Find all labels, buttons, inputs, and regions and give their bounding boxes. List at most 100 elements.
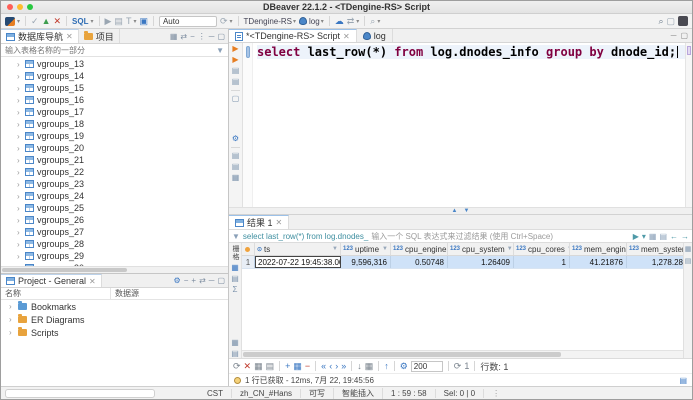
column-header-mem_system[interactable]: 123mem_system▼ xyxy=(627,243,683,255)
notifications-icon[interactable]: ▤ xyxy=(679,376,687,385)
panel-toggle-icon[interactable]: ▦ xyxy=(685,245,692,253)
tree-item[interactable]: ›vgroups_15 xyxy=(1,82,228,94)
zoom-window-button[interactable] xyxy=(27,4,33,10)
minimize-window-button[interactable] xyxy=(17,4,23,10)
delete-row-icon[interactable]: − xyxy=(305,361,310,371)
grid-empty-area[interactable] xyxy=(242,269,683,350)
connection-selector[interactable]: TDengine-RS▾ xyxy=(244,17,296,26)
expand-chevron-icon[interactable]: › xyxy=(17,228,22,237)
tree-item[interactable]: ›vgroups_14 xyxy=(1,70,228,82)
expand-chevron-icon[interactable]: › xyxy=(17,252,22,261)
results-filter-bar[interactable]: ▼ select last_row(*) from log.dnodes_ 输入… xyxy=(229,230,692,243)
first-row-icon[interactable]: « xyxy=(321,361,326,371)
history-back-icon[interactable]: ← xyxy=(670,232,678,241)
cloud-icon[interactable]: ☁ xyxy=(335,15,344,27)
expand-chevron-icon[interactable]: › xyxy=(17,144,22,153)
compare-dropdown-icon[interactable]: ▾ xyxy=(356,18,359,25)
filter-dropdown-icon[interactable]: ▾ xyxy=(642,232,646,241)
cancel-execution-icon[interactable]: ⟳ xyxy=(233,361,241,372)
minimize-editor-icon[interactable]: ─ xyxy=(671,31,677,40)
commit-icon[interactable]: ✓ xyxy=(31,15,39,27)
status-menu-icon[interactable]: ⋮ xyxy=(484,389,508,398)
tree-item[interactable]: ›vgroups_21 xyxy=(1,154,228,166)
fetch-page-icon[interactable]: ↓ xyxy=(357,361,362,371)
close-icon[interactable]: ✕ xyxy=(66,32,73,41)
status-caret-position[interactable]: 1 : 59 : 58 xyxy=(383,389,436,398)
maximize-editor-icon[interactable]: ▢ xyxy=(680,31,688,40)
duplicate-row-icon[interactable]: ▦ xyxy=(293,361,302,372)
minimize-view-icon[interactable]: ─ xyxy=(209,276,215,285)
collapse-all-icon[interactable]: ▦ xyxy=(170,32,178,41)
column-name[interactable]: 名称 xyxy=(1,288,111,299)
link-editor-icon[interactable]: ⇄ xyxy=(180,32,187,41)
tab-sql-script[interactable]: *<TDengine-RS> Script ✕ xyxy=(229,29,357,42)
filter-placeholder[interactable]: 输入一个 SQL 表达式来过滤结果 (使用 Ctrl+Space) xyxy=(371,231,629,242)
script-dim-icon[interactable]: ▤ xyxy=(114,15,123,27)
column-header-uptime[interactable]: 123uptime▼ xyxy=(341,243,391,255)
expand-chevron-icon[interactable]: › xyxy=(17,120,22,129)
column-header-cpu_system[interactable]: 123cpu_system▼ xyxy=(448,243,514,255)
expand-chevron-icon[interactable]: › xyxy=(9,328,14,337)
save-file-icon[interactable]: ▤ xyxy=(232,152,240,160)
script-manager-icon[interactable]: ▦ xyxy=(232,174,240,182)
expand-chevron-icon[interactable]: › xyxy=(17,216,22,225)
close-window-button[interactable] xyxy=(7,4,13,10)
column-header-cpu_engine[interactable]: 123cpu_engine▼ xyxy=(391,243,448,255)
tree-item[interactable]: ›vgroups_16 xyxy=(1,94,228,106)
history-forward-icon[interactable]: → xyxy=(681,232,689,241)
maximize-view-icon[interactable]: ▢ xyxy=(217,32,225,41)
column-filter-icon[interactable]: ▼ xyxy=(507,246,513,252)
tab-result-1[interactable]: 结果 1 ✕ xyxy=(229,215,289,229)
expand-icon[interactable]: + xyxy=(191,276,196,285)
tree-item[interactable]: ›vgroups_29 xyxy=(1,250,228,262)
tree-item[interactable]: ›vgroups_17 xyxy=(1,106,228,118)
cell-cpu_system[interactable]: 1.26409 xyxy=(448,256,514,268)
tab-database-navigator[interactable]: 数据库导航 ✕ xyxy=(1,29,79,43)
expand-chevron-icon[interactable]: › xyxy=(17,132,22,141)
export-resultset-icon[interactable]: ↑ xyxy=(384,361,389,371)
column-header-cpu_cores[interactable]: 123cpu_cores▼ xyxy=(514,243,570,255)
expand-chevron-icon[interactable]: › xyxy=(17,84,22,93)
fetch-all-icon[interactable]: ▦ xyxy=(365,361,374,372)
save-filter-icon[interactable]: ▦ xyxy=(649,232,657,241)
tree-item[interactable]: ›vgroups_24 xyxy=(1,190,228,202)
expand-chevron-icon[interactable]: › xyxy=(17,72,22,81)
splitter-down-icon[interactable]: ▼ xyxy=(464,208,470,214)
column-header-mem_engine[interactable]: 123mem_engine▼ xyxy=(570,243,627,255)
expand-chevron-icon[interactable]: › xyxy=(17,156,22,165)
expand-chevron-icon[interactable]: › xyxy=(9,315,14,324)
column-filter-icon[interactable]: ▼ xyxy=(332,246,338,252)
new-connection-dropdown-icon[interactable]: ▾ xyxy=(17,18,20,25)
tab-project-general[interactable]: Project - General ✕ xyxy=(1,274,102,287)
cell-mem_system[interactable]: 1,278.28 xyxy=(627,256,683,268)
collapse-icon[interactable]: − xyxy=(184,276,189,285)
cell-cpu_engine[interactable]: 0.50748 xyxy=(391,256,448,268)
compare-icon[interactable]: ⇄ xyxy=(347,15,355,27)
column-datasource[interactable]: 数据源 xyxy=(111,288,139,299)
expand-chevron-icon[interactable]: › xyxy=(17,192,22,201)
grid-presentation-icon[interactable]: ▦ xyxy=(231,264,239,272)
filter-funnel-icon[interactable]: ▼ xyxy=(216,46,224,55)
tab-log[interactable]: log xyxy=(357,29,393,42)
tree-item[interactable]: ›vgroups_18 xyxy=(1,118,228,130)
open-perspective-icon[interactable]: ▢ xyxy=(666,15,675,27)
search-dropdown-icon[interactable]: ▾ xyxy=(377,18,380,25)
editor-results-splitter[interactable]: ▲ ▼ xyxy=(229,208,692,215)
close-icon[interactable]: ✕ xyxy=(276,218,283,227)
overview-ruler[interactable] xyxy=(685,43,692,207)
settings-icon[interactable]: ⚙ xyxy=(174,276,181,285)
expand-chevron-icon[interactable]: › xyxy=(17,60,22,69)
apply-filter-icon[interactable]: ▶ xyxy=(633,232,639,241)
execute-new-tab-icon[interactable]: ▶ xyxy=(232,56,238,64)
quick-access-search-icon[interactable]: ⌕ xyxy=(658,15,663,27)
transaction-mode-combo[interactable]: Auto xyxy=(159,16,217,27)
cell-cpu_cores[interactable]: 1 xyxy=(514,256,570,268)
execute-script-icon[interactable]: ▤ xyxy=(232,67,240,75)
tree-item[interactable]: ›vgroups_25 xyxy=(1,202,228,214)
execute-statement-icon[interactable]: ▶ xyxy=(232,45,238,53)
navigator-filter-input[interactable] xyxy=(5,46,213,55)
close-icon[interactable]: ✕ xyxy=(89,277,96,286)
database-selector[interactable]: log▾ xyxy=(299,17,324,26)
add-row-icon[interactable]: + xyxy=(285,361,290,371)
cell-uptime[interactable]: 9,596,316 xyxy=(341,256,391,268)
